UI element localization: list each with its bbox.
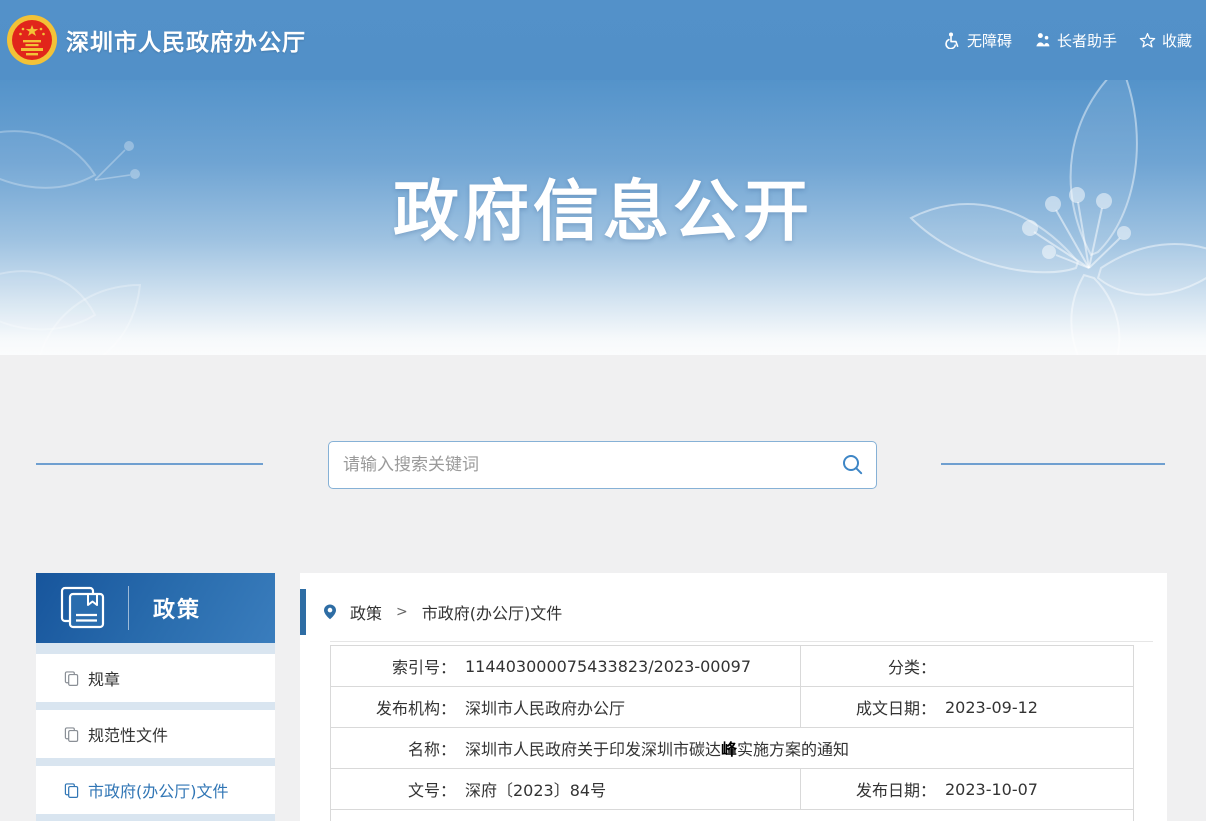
written-date-cell: 成文日期： 2023-09-12 <box>801 687 1134 728</box>
table-row: 发布机构： 深圳市人民政府办公厅 成文日期： 2023-09-12 <box>331 687 1134 728</box>
sidebar-item-municipal-documents[interactable]: 市政府(办公厅)文件 <box>36 766 275 814</box>
document-icon <box>64 727 79 742</box>
national-emblem-icon[interactable] <box>6 13 58 67</box>
category-cell: 分类： <box>801 646 1134 687</box>
accessibility-link[interactable]: 无障碍 <box>944 30 1012 51</box>
page-title: 政府信息公开 <box>0 158 1206 254</box>
publish-date-label: 发布日期： <box>801 777 936 801</box>
written-date-label: 成文日期： <box>801 695 936 719</box>
document-name-label: 名称： <box>331 736 456 760</box>
sidebar-item-label: 规范性文件 <box>88 722 168 746</box>
elder-assist-link[interactable]: 长者助手 <box>1034 30 1117 51</box>
sidebar-title: 政策 <box>153 592 201 624</box>
search-button[interactable] <box>830 442 876 488</box>
document-name-value: 深圳市人民政府关于印发深圳市碳达峰实施方案的通知 <box>465 736 849 760</box>
breadcrumb-root[interactable]: 政策 <box>350 600 382 624</box>
publisher-value: 深圳市人民政府办公厅 <box>465 695 625 719</box>
table-row: 名称： 深圳市人民政府关于印发深圳市碳达峰实施方案的通知 <box>331 728 1134 769</box>
search-icon <box>842 454 864 476</box>
site-title[interactable]: 深圳市人民政府办公厅 <box>66 23 306 57</box>
index-number-label: 索引号： <box>331 654 456 678</box>
table-row-partial <box>331 810 1134 821</box>
star-icon <box>1139 32 1156 49</box>
sidebar-item-normative-documents[interactable]: 规范性文件 <box>36 710 275 758</box>
sidebar-item-regulations[interactable]: 规章 <box>36 654 275 702</box>
main-panel: 政策 > 市政府(办公厅)文件 索引号： 114403000075433823/… <box>300 573 1167 821</box>
sidebar-item-label: 规章 <box>88 666 120 690</box>
table-row: 文号： 深府〔2023〕84号 发布日期： 2023-10-07 <box>331 769 1134 810</box>
written-date-value: 2023-09-12 <box>945 698 1038 717</box>
sidebar: 政策 规章 规范性文件 市政府(办公厅)文件 <box>36 573 275 821</box>
breadcrumb-divider <box>330 641 1153 642</box>
breadcrumb-separator: > <box>396 604 408 620</box>
publish-date-value: 2023-10-07 <box>945 780 1038 799</box>
accessibility-icon <box>944 32 961 49</box>
highlighted-keyword: 峰 <box>721 740 737 759</box>
document-number-cell: 文号： 深府〔2023〕84号 <box>331 769 801 810</box>
document-info-table: 索引号： 114403000075433823/2023-00097 分类： 发… <box>330 645 1134 821</box>
decorative-line-right <box>941 463 1165 465</box>
breadcrumb: 政策 > 市政府(办公厅)文件 <box>300 589 1167 635</box>
header-quicklinks: 无障碍 长者助手 收藏 <box>944 0 1192 80</box>
search-input[interactable] <box>329 442 830 488</box>
publisher-label: 发布机构： <box>331 695 456 719</box>
category-label: 分类： <box>801 654 936 678</box>
top-header-bar: 深圳市人民政府办公厅 无障碍 长者助手 收藏 <box>0 0 1206 80</box>
document-name-cell: 名称： 深圳市人民政府关于印发深圳市碳达峰实施方案的通知 <box>331 728 1134 769</box>
favorite-link[interactable]: 收藏 <box>1139 30 1192 51</box>
elder-assist-icon <box>1034 32 1051 49</box>
accessibility-label: 无障碍 <box>967 30 1012 51</box>
sidebar-header: 政策 <box>36 573 275 643</box>
document-number-value: 深府〔2023〕84号 <box>465 777 606 801</box>
favorite-label: 收藏 <box>1162 30 1192 51</box>
table-row: 索引号： 114403000075433823/2023-00097 分类： <box>331 646 1134 687</box>
breadcrumb-current[interactable]: 市政府(办公厅)文件 <box>422 600 563 624</box>
policy-book-icon <box>60 586 106 630</box>
publish-date-cell: 发布日期： 2023-10-07 <box>801 769 1134 810</box>
sidebar-header-divider <box>128 586 129 630</box>
decorative-line-left <box>36 463 263 465</box>
partial-row-cell <box>331 810 1134 821</box>
document-number-label: 文号： <box>331 777 456 801</box>
document-icon <box>64 783 79 798</box>
page-banner: 政府信息公开 <box>0 80 1206 355</box>
location-pin-icon <box>322 603 338 621</box>
elder-assist-label: 长者助手 <box>1057 30 1117 51</box>
publisher-cell: 发布机构： 深圳市人民政府办公厅 <box>331 687 801 728</box>
breadcrumb-accent-bar <box>300 589 306 635</box>
index-number-value: 114403000075433823/2023-00097 <box>465 657 751 676</box>
search-box <box>328 441 877 489</box>
index-number-cell: 索引号： 114403000075433823/2023-00097 <box>331 646 801 687</box>
document-icon <box>64 671 79 686</box>
sidebar-item-label: 市政府(办公厅)文件 <box>88 778 229 802</box>
